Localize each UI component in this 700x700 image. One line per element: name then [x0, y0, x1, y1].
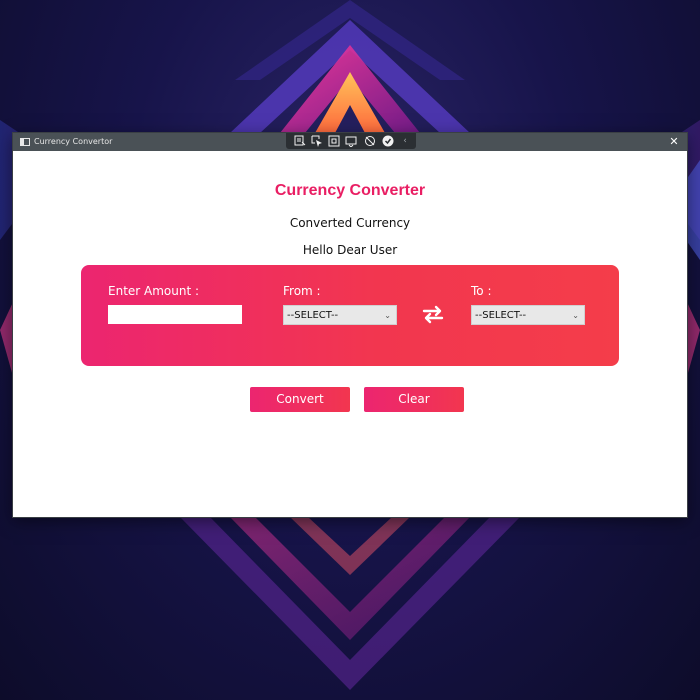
chevron-down-icon: ⌄ [572, 311, 579, 320]
select-window-icon[interactable] [294, 135, 306, 147]
convert-button[interactable]: Convert [250, 387, 350, 412]
swap-icon[interactable] [421, 302, 445, 326]
capture-toolbar: ‹ [286, 133, 416, 149]
to-label: To : [471, 284, 492, 298]
from-label: From : [283, 284, 321, 298]
record-icon[interactable] [345, 135, 357, 147]
page-title: Currency Converter [274, 182, 426, 199]
amount-input[interactable] [108, 305, 242, 324]
from-currency-value: --SELECT-- [287, 310, 339, 321]
converted-currency-label: Converted Currency [289, 216, 411, 230]
select-region-icon[interactable] [311, 135, 323, 147]
chevron-down-icon: ⌄ [384, 311, 391, 320]
app-window: Currency Convertor ‹ ✕ Currency Converte… [13, 133, 687, 517]
from-currency-select[interactable]: --SELECT-- ⌄ [283, 305, 397, 325]
title-bar[interactable]: Currency Convertor ‹ ✕ [13, 133, 687, 151]
done-icon[interactable] [382, 135, 394, 147]
converter-panel: Enter Amount : From : --SELECT-- ⌄ To : … [81, 265, 619, 366]
app-window-icon [20, 138, 30, 146]
to-currency-value: --SELECT-- [475, 310, 527, 321]
to-currency-select[interactable]: --SELECT-- ⌄ [471, 305, 585, 325]
amount-label: Enter Amount : [108, 284, 200, 298]
window-title: Currency Convertor [34, 137, 113, 146]
close-button[interactable]: ✕ [667, 135, 681, 149]
clear-button[interactable]: Clear [364, 387, 464, 412]
fullscreen-icon[interactable] [328, 135, 340, 147]
greeting-label: Hello Dear User [302, 243, 398, 257]
mute-icon[interactable] [364, 135, 376, 147]
collapse-icon[interactable]: ‹ [399, 135, 411, 147]
window-content: Currency Converter Converted Currency He… [13, 151, 687, 517]
